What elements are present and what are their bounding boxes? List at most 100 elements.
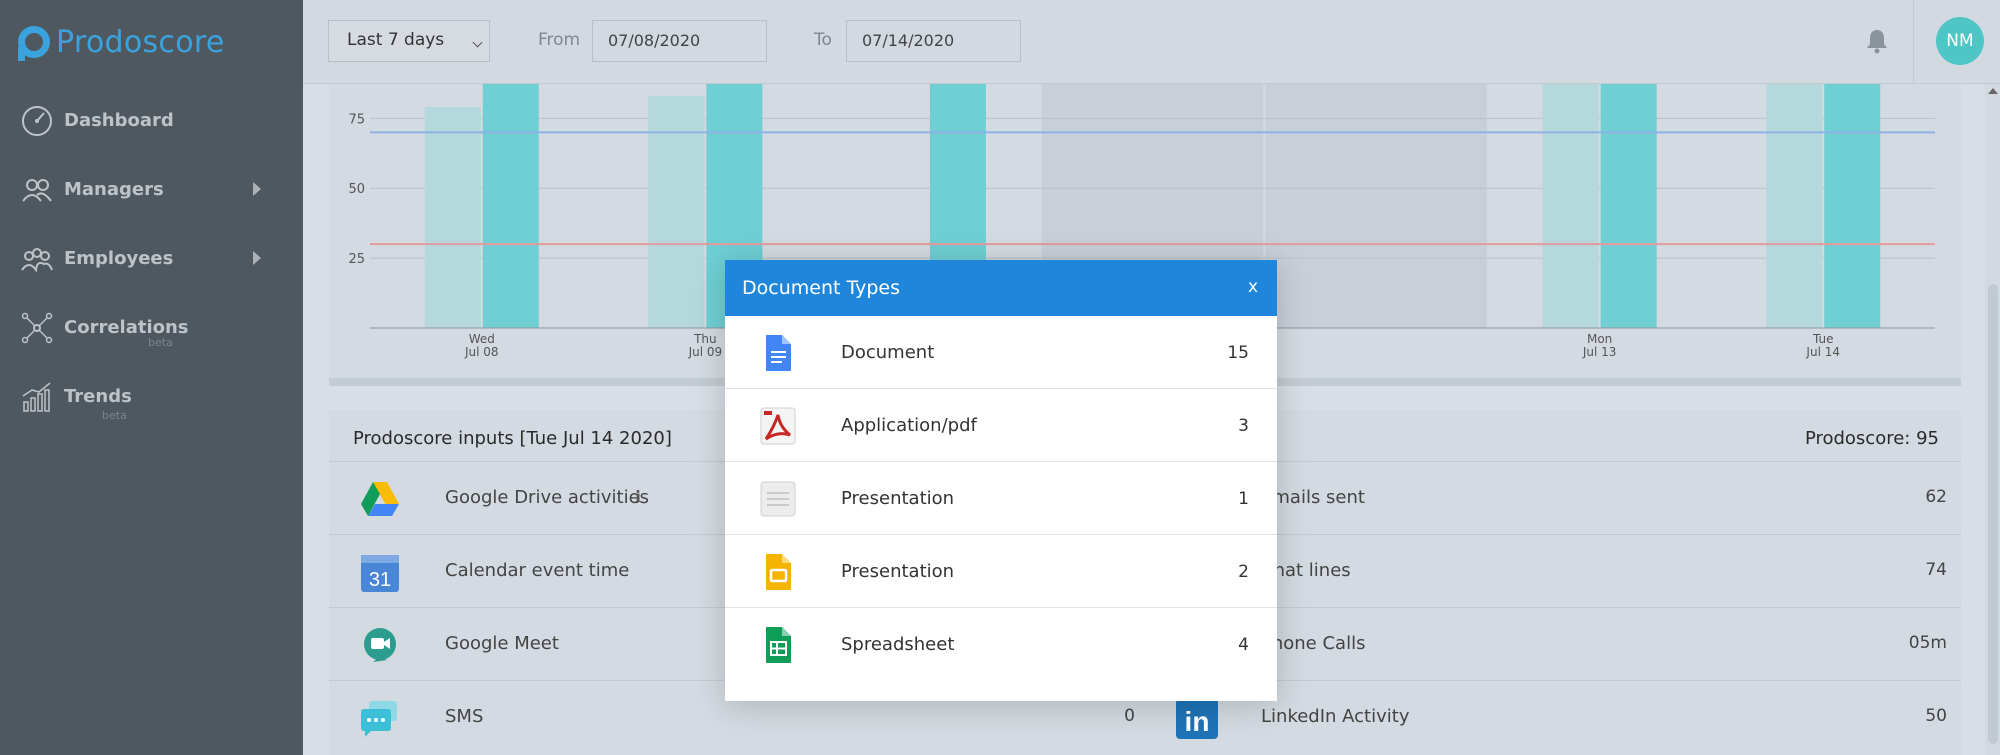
chart-bar — [1824, 84, 1881, 328]
modal-header: Document Types x — [725, 260, 1277, 316]
topbar-divider — [1913, 0, 1914, 84]
modal-title: Document Types — [742, 277, 901, 299]
document-type-row[interactable]: Spreadsheet 4 — [725, 608, 1277, 681]
logo-icon — [18, 26, 50, 61]
x-tick-label: Jul 08 — [464, 345, 499, 359]
document-type-row[interactable]: Document 15 — [725, 316, 1277, 389]
google-docs-icon — [766, 335, 791, 371]
y-tick-label: 75 — [348, 112, 365, 127]
scroll-up-arrow-icon[interactable] — [1988, 88, 1998, 94]
sidebar-item-label: Dashboard — [64, 110, 174, 131]
document-type-row[interactable]: Presentation 2 — [725, 535, 1277, 608]
calendar-icon: 31 — [361, 555, 399, 592]
input-row-value: 0 — [1124, 706, 1135, 726]
input-row-label: Calendar event time — [445, 560, 630, 581]
input-row-value: 62 — [1925, 487, 1947, 507]
x-tick-label: Mon — [1587, 332, 1612, 346]
weekend-band — [1265, 84, 1487, 328]
date-range-select[interactable]: Last 7 days — [328, 20, 490, 62]
chart-bar — [1600, 84, 1657, 328]
sidebar-item-label: Correlations — [64, 317, 189, 338]
document-type-label: Presentation — [841, 488, 955, 509]
to-date-input[interactable]: 07/14/2020 — [846, 20, 1021, 62]
gauge-icon — [20, 104, 54, 138]
sidebar-item-label: Employees — [64, 248, 174, 269]
input-row-value: 74 — [1925, 560, 1947, 580]
x-tick-label: Jul 14 — [1805, 345, 1840, 359]
google-sheets-icon — [766, 627, 791, 663]
y-tick-label: 25 — [348, 252, 365, 267]
from-label: From — [538, 30, 581, 50]
caret-right-icon — [253, 182, 261, 196]
sms-icon — [361, 701, 397, 737]
x-tick-label: Thu — [693, 332, 717, 346]
managers-icon — [20, 173, 54, 207]
brand-name: Prodoscore — [56, 24, 225, 60]
sidebar-item-trends[interactable]: Trends beta — [0, 362, 303, 431]
beta-badge: beta — [102, 409, 127, 422]
date-range-value: Last 7 days — [347, 30, 445, 50]
input-row-value: 05m — [1908, 633, 1947, 653]
sidebar-item-employees[interactable]: Employees — [0, 224, 303, 293]
document-type-label: Spreadsheet — [841, 634, 955, 655]
document-type-label: Presentation — [841, 561, 955, 582]
chevron-down-icon — [472, 37, 483, 48]
from-date-input[interactable]: 07/08/2020 — [592, 20, 767, 62]
document-type-row[interactable]: Application/pdf 3 — [725, 389, 1277, 462]
generic-file-icon — [760, 481, 796, 517]
document-type-row[interactable]: Presentation 1 — [725, 462, 1277, 535]
top-bar: Last 7 days From 07/08/2020 To 07/14/202… — [303, 0, 2000, 84]
x-tick-label: Jul 09 — [688, 345, 723, 359]
input-row-label: SMS — [445, 706, 484, 727]
beta-badge: beta — [148, 336, 173, 349]
calendar-day-text: 31 — [369, 569, 391, 591]
chart-bar — [482, 84, 539, 328]
brand-logo[interactable]: Prodoscore — [18, 22, 225, 62]
document-type-count: 15 — [1227, 343, 1249, 363]
bell-icon[interactable] — [1865, 28, 1889, 54]
document-type-label: Document — [841, 342, 935, 363]
sidebar-nav: Dashboard Managers Employees Correlation… — [0, 86, 303, 431]
page-scrollbar[interactable] — [1985, 84, 2000, 755]
modal-close-button[interactable]: x — [1248, 277, 1258, 297]
prodoscore-value: Prodoscore: 95 — [1804, 428, 1939, 449]
avatar[interactable]: NM — [1936, 17, 1984, 65]
employees-icon — [20, 242, 54, 276]
chart-bar — [424, 107, 481, 328]
scroll-thumb[interactable] — [1988, 284, 1998, 744]
document-type-count: 3 — [1238, 416, 1249, 436]
input-row-label: Google Drive activities — [445, 487, 650, 508]
pdf-icon — [760, 407, 796, 445]
linkedin-icon-text: in — [1185, 706, 1210, 737]
caret-right-icon — [253, 251, 261, 265]
chart-bar — [1766, 84, 1823, 328]
y-tick-label: 50 — [348, 182, 365, 197]
input-row-label: LinkedIn Activity — [1261, 706, 1410, 727]
google-slides-icon — [766, 554, 791, 590]
inputs-title: Prodoscore inputs [Tue Jul 14 2020] — [353, 428, 672, 449]
info-icon[interactable]: ℹ — [635, 487, 641, 506]
x-tick-label: Wed — [469, 332, 495, 346]
input-row-label: Google Meet — [445, 633, 559, 654]
sidebar-item-managers[interactable]: Managers — [0, 155, 303, 224]
x-tick-label: Jul 13 — [1582, 345, 1617, 359]
sidebar-item-label: Trends — [64, 386, 132, 407]
document-types-modal: Document Types x Document 15 Application… — [725, 260, 1277, 701]
x-tick-label: Tue — [1812, 332, 1834, 346]
to-label: To — [814, 30, 832, 50]
sidebar-item-dashboard[interactable]: Dashboard — [0, 86, 303, 155]
sidebar-item-label: Managers — [64, 179, 164, 200]
chart-bar — [1542, 84, 1599, 328]
trends-icon — [20, 380, 54, 414]
chart-bar — [648, 95, 705, 329]
document-type-label: Application/pdf — [841, 415, 977, 436]
sidebar-item-correlations[interactable]: Correlations beta — [0, 293, 303, 362]
document-type-count: 1 — [1238, 489, 1249, 509]
linkedin-icon: in — [1176, 699, 1218, 739]
document-type-count: 2 — [1238, 562, 1249, 582]
document-type-count: 4 — [1238, 635, 1249, 655]
sidebar: Prodoscore Dashboard Managers Employees — [0, 0, 303, 755]
meet-icon — [364, 628, 396, 662]
google-drive-icon — [361, 482, 399, 516]
input-row-value: 50 — [1925, 706, 1947, 726]
